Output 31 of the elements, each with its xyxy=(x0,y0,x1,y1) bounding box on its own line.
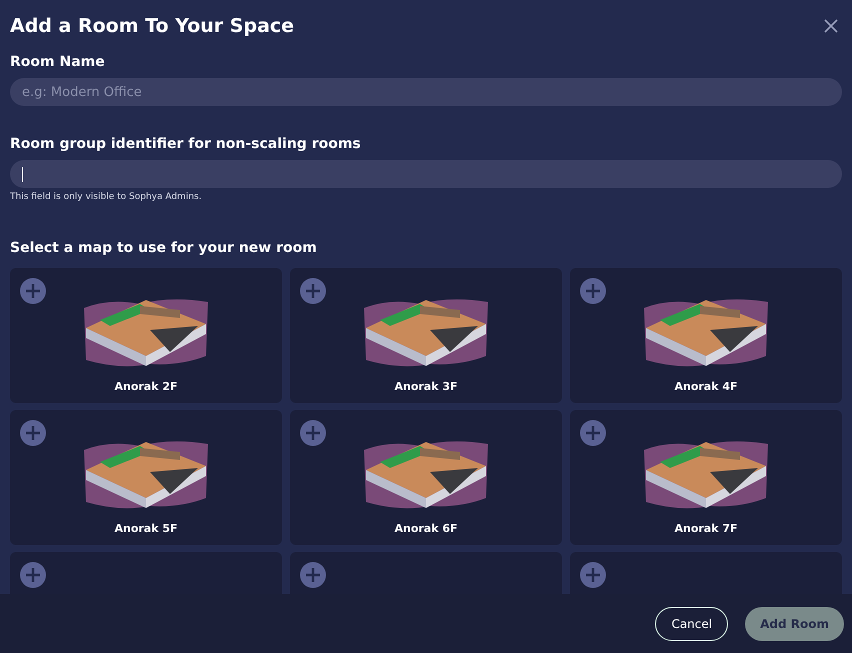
plus-icon xyxy=(300,562,326,588)
plus-icon xyxy=(20,278,46,304)
room-name-field[interactable]: e.g: Modern Office xyxy=(10,78,842,106)
add-room-button[interactable]: Add Room xyxy=(745,606,844,640)
field-label: Room Name xyxy=(10,54,106,70)
map-name: Anorak 4F xyxy=(674,380,738,393)
cancel-button[interactable]: Cancel xyxy=(655,606,728,640)
map-name: Anorak 7F xyxy=(674,522,738,535)
map-name: Anorak 2F xyxy=(114,380,178,393)
close-icon xyxy=(824,19,838,33)
map-name: Anorak 3F xyxy=(394,380,458,393)
field-hint: This field is only visible to Sophya Admins. xyxy=(10,192,203,202)
plus-icon xyxy=(580,562,606,588)
map-card[interactable]: Anorak 5F xyxy=(10,410,282,545)
section-label: Select a map to use for your new room xyxy=(10,240,318,256)
plus-icon xyxy=(580,420,606,446)
plus-icon xyxy=(20,562,46,588)
map-name: Anorak 6F xyxy=(394,522,458,535)
map-name: Anorak 5F xyxy=(114,522,178,535)
group-identifier-field[interactable] xyxy=(10,160,842,188)
plus-icon xyxy=(300,420,326,446)
map-card[interactable]: Anorak 6F xyxy=(290,410,562,545)
dialog-title: Add a Room To Your Space xyxy=(10,15,294,37)
plus-icon xyxy=(580,278,606,304)
plus-icon xyxy=(300,278,326,304)
map-card[interactable]: Anorak 3F xyxy=(290,268,562,403)
map-card[interactable]: Anorak 2F xyxy=(10,268,282,403)
map-card[interactable]: Anorak 7F xyxy=(570,410,842,545)
field-label: Room group identifier for non-scaling rooms xyxy=(10,136,362,152)
plus-icon xyxy=(20,420,46,446)
map-card[interactable]: Anorak 4F xyxy=(570,268,842,403)
